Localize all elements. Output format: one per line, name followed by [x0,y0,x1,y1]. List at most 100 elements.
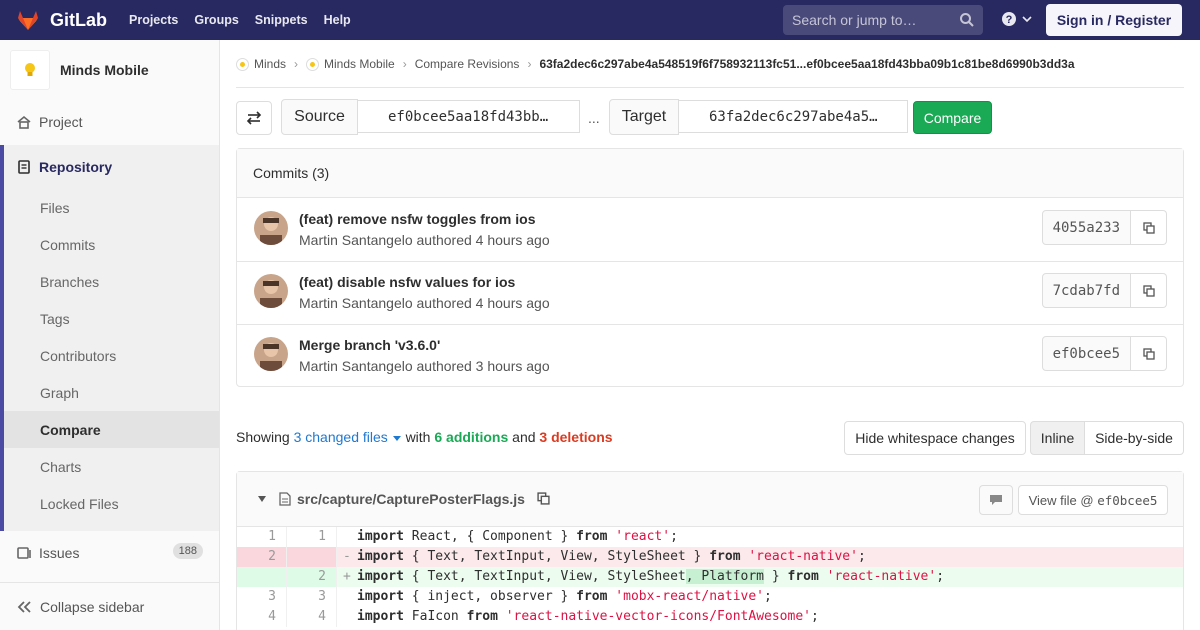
svg-text:?: ? [1006,14,1013,26]
issues-icon [17,547,31,559]
diff-summary: Showing 3 changed files with 6 additions… [236,429,613,445]
old-line-number[interactable]: 2 [237,547,287,567]
gitlab-logo[interactable]: GitLab [16,8,107,32]
diff-code: import React, { Component } from 'react'… [357,529,678,544]
sidebar-item-locked-files[interactable]: Locked Files [0,485,219,522]
commit-sha-button[interactable]: ef0bcee5 [1041,336,1131,371]
old-line-number[interactable]: 3 [237,587,287,607]
toggle-comments-button[interactable] [979,485,1013,515]
nav-snippets[interactable]: Snippets [247,13,316,27]
file-path[interactable]: src/capture/CapturePosterFlags.js [297,491,525,507]
old-line-number[interactable] [237,567,287,587]
breadcrumb-compare-revisions[interactable]: Compare Revisions [415,57,520,71]
project-name: Minds Mobile [60,62,149,78]
breadcrumb-separator: › [294,57,299,71]
sidebar-item-label: Locked Files [40,495,119,512]
project-sidebar: Minds Mobile Project Repository Files Co… [0,40,220,630]
nav-groups[interactable]: Groups [186,13,246,27]
project-avatar [10,50,50,90]
sidebar-item-repository[interactable]: Repository [0,148,219,185]
diff-sign: - [343,549,351,564]
commit-title[interactable]: Merge branch 'v3.6.0' [299,337,440,353]
breadcrumb-separator: › [402,57,407,71]
swap-revisions-button[interactable] [236,101,272,135]
avatar[interactable] [254,274,288,308]
source-ref-dropdown[interactable]: ef0bcee5aa18fd43bb… [358,100,580,133]
source-label: Source [281,99,358,135]
copy-icon[interactable] [537,492,550,505]
side-by-side-view-button[interactable]: Side-by-side [1084,421,1184,455]
breadcrumb-minds-mobile[interactable]: Minds Mobile [324,57,395,71]
compare-button[interactable]: Compare [913,101,992,134]
old-line-number[interactable]: 4 [237,607,287,627]
copy-sha-button[interactable] [1131,336,1167,371]
user-avatar-icon [254,337,288,371]
new-line-number[interactable]: 3 [287,587,337,607]
commit-title[interactable]: (feat) remove nsfw toggles from ios [299,211,535,227]
new-line-number[interactable]: 2 [287,567,337,587]
breadcrumb-current[interactable]: 63fa2dec6c297abe4a548519f6f758932113fc51… [539,57,1074,71]
sidebar-item-label: Graph [40,384,79,401]
diff-sign: + [343,569,351,584]
sidebar-item-label: Commits [40,236,96,253]
new-line-number[interactable]: 1 [287,527,337,547]
copy-icon [1142,221,1155,234]
search-input[interactable]: Search or jump to… [783,5,983,35]
inline-view-button[interactable]: Inline [1030,421,1085,455]
view-file-label: View file @ [1028,492,1094,508]
copy-sha-button[interactable] [1131,210,1167,245]
diff-code: import FaIcon from 'react-native-vector-… [357,609,819,624]
sidebar-item-charts[interactable]: Charts [0,448,219,485]
project-avatar-icon [306,57,320,71]
help-dropdown[interactable]: ? [1001,11,1033,27]
sidebar-item-compare[interactable]: Compare [4,411,219,448]
collapse-sidebar-button[interactable]: Collapse sidebar [0,582,219,630]
chevron-down-icon [1022,16,1032,23]
new-line-number[interactable]: 4 [287,607,337,627]
sidebar-item-contributors[interactable]: Contributors [0,337,219,374]
and-text: and [512,429,536,445]
avatar[interactable] [254,211,288,245]
target-ref-dropdown[interactable]: 63fa2dec6c297abe4a5… [679,100,908,133]
sidebar-item-label: Branches [40,273,100,290]
diff-line-added: 2 + import { Text, TextInput, View, Styl… [237,567,1183,587]
nav-help[interactable]: Help [316,13,359,27]
hide-whitespace-button[interactable]: Hide whitespace changes [844,421,1026,455]
commit-title[interactable]: (feat) disable nsfw values for ios [299,274,515,290]
old-line-number[interactable]: 1 [237,527,287,547]
sidebar-item-tags[interactable]: Tags [0,300,219,337]
group-avatar-icon [236,57,249,71]
caret-down-icon [392,436,401,441]
sidebar-item-label: Repository [39,158,113,175]
commit-meta: Martin Santangelo authored 3 hours ago [299,358,550,374]
breadcrumb-minds[interactable]: Minds [254,57,286,71]
commit-sha-button[interactable]: 7cdab7fd [1041,273,1131,308]
sidebar-item-issues[interactable]: Issues 188 [0,534,219,571]
target-label: Target [609,99,679,135]
commit-row: (feat) disable nsfw values for ios Marti… [237,262,1183,325]
sign-in-button[interactable]: Sign in / Register [1046,4,1182,36]
diff-code: import { Text, TextInput, View, StyleShe… [357,569,945,584]
copy-sha-button[interactable] [1131,273,1167,308]
changed-files-dropdown[interactable]: 3 changed files [294,429,406,445]
new-line-number[interactable] [287,547,337,567]
sidebar-item-project[interactable]: Project [0,103,219,140]
view-file-button[interactable]: View file @ ef0bcee5 [1018,485,1168,515]
with-text: with [405,429,431,445]
sidebar-item-graph[interactable]: Graph [0,374,219,411]
sidebar-item-files[interactable]: Files [0,189,219,226]
avatar[interactable] [254,337,288,371]
collapse-caret-icon[interactable] [258,496,266,502]
sidebar-item-branches[interactable]: Branches [0,263,219,300]
gitlab-tanuki-icon [18,11,38,30]
sidebar-project-header[interactable]: Minds Mobile [10,50,220,90]
breadcrumb-separator: › [527,57,532,71]
user-avatar-icon [254,211,288,245]
commit-sha-button[interactable]: 4055a233 [1041,210,1131,245]
diff-line: 1 1 import React, { Component } from 're… [237,527,1183,547]
commits-list: Commits (3) (feat) remove nsfw toggles f… [236,148,1184,387]
nav-projects[interactable]: Projects [121,13,186,27]
top-navbar: GitLab Projects Groups Snippets Help Sea… [0,0,1200,40]
search-placeholder: Search or jump to… [792,12,917,28]
sidebar-item-commits[interactable]: Commits [0,226,219,263]
